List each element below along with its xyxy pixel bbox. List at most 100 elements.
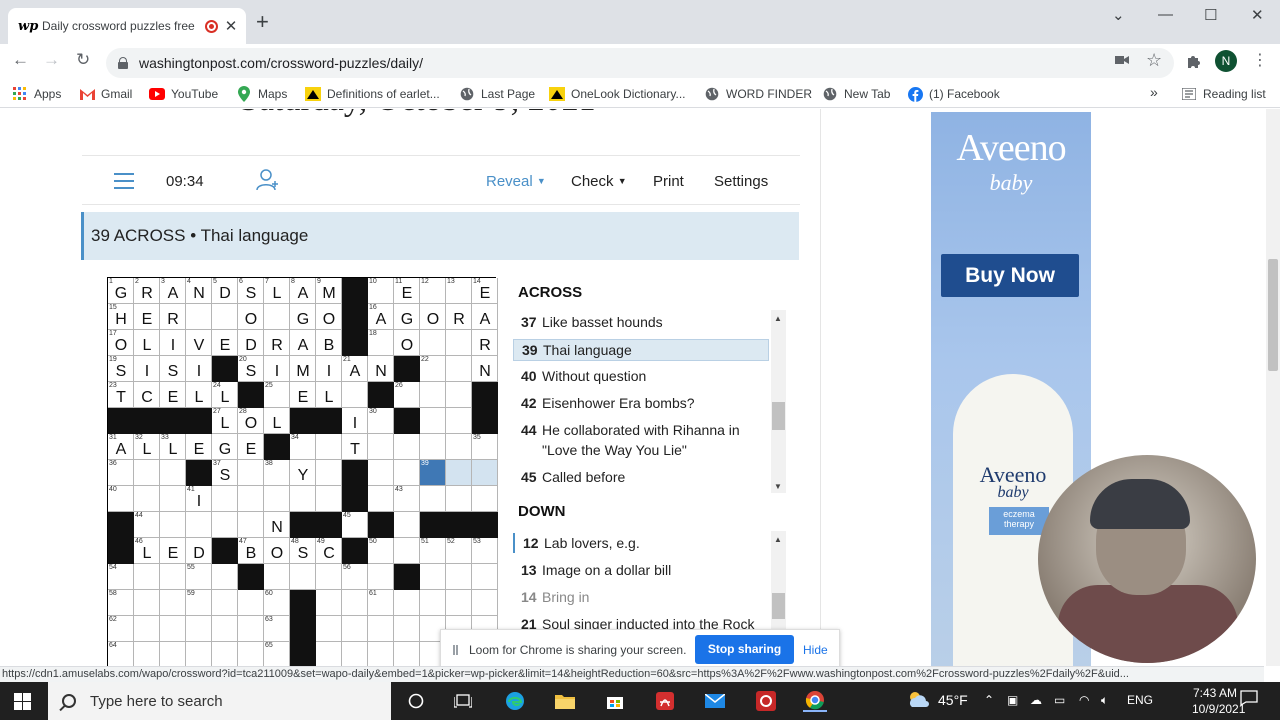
show-hidden-icons-chevron-icon[interactable]: ⌃ — [984, 693, 994, 707]
grid-cell[interactable] — [134, 564, 160, 590]
grid-cell[interactable]: 63 — [264, 616, 290, 642]
grid-cell[interactable] — [238, 512, 264, 538]
grid-cell[interactable] — [212, 304, 238, 330]
clue-item[interactable]: 44 He collaborated with Rihanna in "Love … — [513, 420, 769, 460]
grid-cell[interactable]: G — [290, 304, 316, 330]
chrome-icon[interactable] — [803, 690, 827, 712]
grid-cell[interactable]: O — [316, 304, 342, 330]
grid-cell[interactable]: 50 — [368, 538, 394, 564]
task-view-icon[interactable] — [451, 690, 475, 712]
grid-cell[interactable]: I — [134, 356, 160, 382]
bookmark-apps[interactable]: Apps — [12, 86, 61, 102]
grid-cell[interactable] — [316, 486, 342, 512]
grid-cell[interactable] — [134, 460, 160, 486]
bookmark-word-finder[interactable]: WORD FINDER — [704, 86, 812, 102]
grid-cell[interactable]: V — [186, 330, 212, 356]
taskbar-search-box[interactable]: Type here to search — [48, 682, 391, 720]
grid-cell[interactable] — [238, 460, 264, 486]
grid-cell[interactable]: I — [264, 356, 290, 382]
grid-cell[interactable]: C — [134, 382, 160, 408]
grid-cell[interactable]: L — [186, 382, 212, 408]
check-button[interactable]: Check ▼ — [571, 173, 627, 190]
grid-cell[interactable]: 28 O — [238, 408, 264, 434]
grid-cell[interactable] — [212, 512, 238, 538]
webcam-bubble[interactable]: ⋯ — [1038, 455, 1256, 663]
bookmark-star-icon[interactable]: ☆ — [1146, 50, 1162, 71]
grid-cell[interactable] — [394, 460, 420, 486]
onedrive-cloud-icon[interactable]: ☁ — [1030, 693, 1042, 707]
grid-cell[interactable]: 17 O — [108, 330, 134, 356]
grid-cell[interactable]: 36 — [108, 460, 134, 486]
bookmark-facebook[interactable]: (1) Facebook — [907, 86, 1000, 102]
grid-cell[interactable]: 56 — [342, 564, 368, 590]
kebab-menu-icon[interactable]: ⋮ — [1252, 50, 1268, 70]
grid-cell[interactable] — [368, 486, 394, 512]
grid-cell[interactable] — [446, 330, 472, 356]
scroll-thumb[interactable] — [772, 593, 785, 619]
grid-cell[interactable] — [134, 642, 160, 666]
grid-cell[interactable] — [212, 486, 238, 512]
grid-cell[interactable] — [472, 460, 498, 486]
grid-cell[interactable] — [368, 564, 394, 590]
page-scroll-thumb[interactable] — [1268, 259, 1278, 371]
webcam-more-icon[interactable]: ⋯ — [1224, 643, 1236, 657]
grid-cell[interactable]: 37 S — [212, 460, 238, 486]
grid-cell[interactable]: 39 — [420, 460, 446, 486]
grid-cell[interactable] — [394, 590, 420, 616]
input-language[interactable]: ENG — [1127, 693, 1153, 707]
grid-cell[interactable]: 47 B — [238, 538, 264, 564]
grid-cell[interactable] — [394, 616, 420, 642]
grid-cell[interactable]: E — [290, 382, 316, 408]
grid-cell[interactable]: T — [342, 434, 368, 460]
grid-cell[interactable] — [238, 642, 264, 666]
clue-item[interactable]: 14 Bring in — [513, 587, 769, 607]
grid-cell[interactable] — [238, 486, 264, 512]
grid-cell[interactable] — [446, 486, 472, 512]
grid-cell[interactable]: I — [342, 408, 368, 434]
grid-cell[interactable] — [394, 512, 420, 538]
grid-cell[interactable] — [420, 564, 446, 590]
grid-cell[interactable] — [446, 408, 472, 434]
grid-cell[interactable]: E — [160, 538, 186, 564]
across-scrollbar[interactable]: ▲ ▼ — [771, 310, 786, 493]
grid-cell[interactable] — [342, 642, 368, 666]
grid-cell[interactable]: 13 — [446, 278, 472, 304]
grid-cell[interactable]: M — [290, 356, 316, 382]
grid-cell[interactable]: 27 L — [212, 408, 238, 434]
bookmark-onelook[interactable]: OneLook Dictionary... — [549, 86, 686, 102]
grid-cell[interactable] — [446, 382, 472, 408]
grid-cell[interactable]: E — [186, 434, 212, 460]
grid-cell[interactable]: 4N — [186, 278, 212, 304]
grid-cell[interactable]: 12 — [420, 278, 446, 304]
grid-cell[interactable] — [316, 642, 342, 666]
volume-icon[interactable]: 🔈︎ — [1101, 693, 1108, 708]
battery-icon[interactable]: ▭ — [1054, 693, 1065, 707]
grid-cell[interactable]: 5D — [212, 278, 238, 304]
clue-item[interactable]: 45 Called before — [513, 467, 769, 487]
grid-cell[interactable] — [472, 564, 498, 590]
grid-cell[interactable]: D — [238, 330, 264, 356]
grid-cell[interactable] — [264, 304, 290, 330]
grid-cell[interactable]: O — [420, 304, 446, 330]
grid-cell[interactable] — [446, 434, 472, 460]
hide-button[interactable]: Hide — [803, 643, 828, 657]
grid-cell[interactable] — [160, 590, 186, 616]
grid-cell[interactable]: 53 — [472, 538, 498, 564]
grid-cell[interactable]: 24 L — [212, 382, 238, 408]
grid-cell[interactable] — [134, 486, 160, 512]
grid-cell[interactable] — [264, 486, 290, 512]
grid-cell[interactable]: I — [316, 356, 342, 382]
grid-cell[interactable] — [134, 616, 160, 642]
grid-cell[interactable] — [316, 460, 342, 486]
grid-cell[interactable]: 20 S — [238, 356, 264, 382]
grid-cell[interactable]: 33 L — [160, 434, 186, 460]
grid-cell[interactable] — [160, 564, 186, 590]
grid-cell[interactable]: 2R — [134, 278, 160, 304]
taskbar-clock[interactable]: 7:43 AM 10/9/2021 — [1192, 685, 1245, 717]
grid-cell[interactable] — [316, 590, 342, 616]
grid-cell[interactable]: I — [186, 356, 212, 382]
bookmark-new-tab[interactable]: New Tab — [822, 86, 890, 102]
back-arrow-icon[interactable]: ← — [12, 50, 29, 70]
grid-cell[interactable] — [342, 590, 368, 616]
bookmarks-overflow-button[interactable]: » — [1150, 84, 1158, 100]
